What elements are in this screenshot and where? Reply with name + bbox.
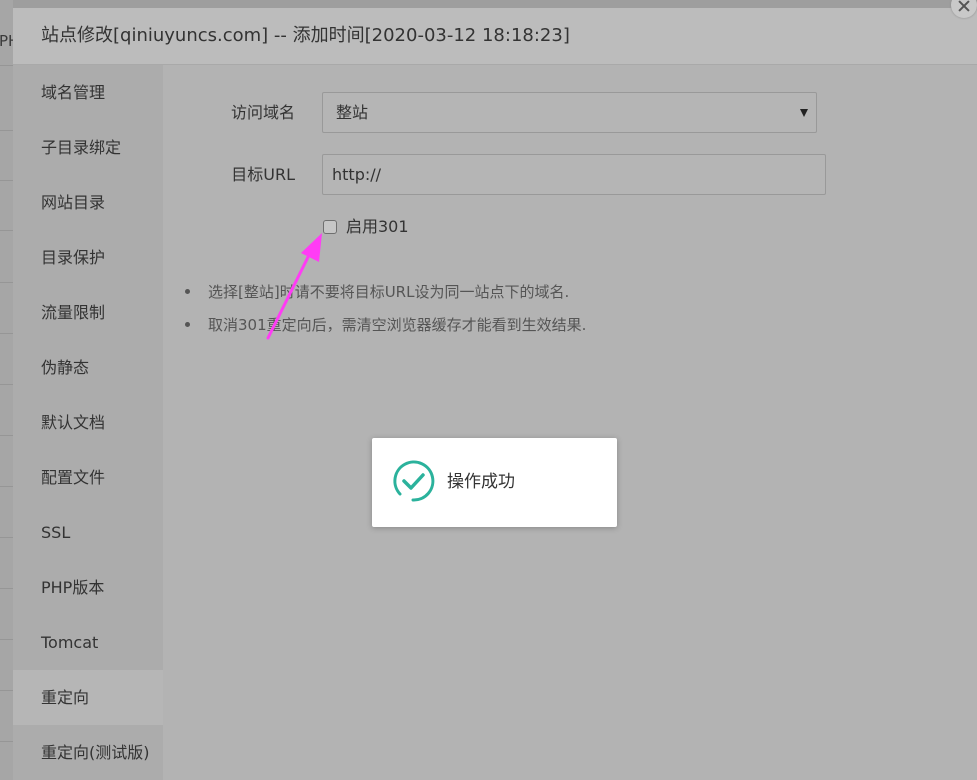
- background-divider: [0, 435, 13, 436]
- site-edit-modal: 站点修改[qiniuyuncs.com] -- 添加时间[2020-03-12 …: [13, 8, 977, 780]
- sidebar-item-directory-protection[interactable]: 目录保护: [13, 230, 163, 285]
- enable-301-checkbox[interactable]: [323, 220, 337, 234]
- caret-down-icon: [800, 109, 808, 117]
- background-divider: [0, 230, 13, 231]
- target-url-input[interactable]: [322, 154, 826, 195]
- modal-title: 站点修改[qiniuyuncs.com] -- 添加时间[2020-03-12 …: [41, 25, 570, 46]
- sidebar-item-ssl[interactable]: SSL: [13, 505, 163, 560]
- note-text: 取消301重定向后，需清空浏览器缓存才能看到生效结果.: [208, 316, 587, 334]
- success-toast: 操作成功: [372, 438, 617, 527]
- sidebar-item-redirect-beta[interactable]: 重定向(测试版): [13, 725, 163, 780]
- modal-header: 站点修改[qiniuyuncs.com] -- 添加时间[2020-03-12 …: [13, 8, 977, 65]
- sidebar-item-rewrite[interactable]: 伪静态: [13, 340, 163, 395]
- sidebar-item-config-file[interactable]: 配置文件: [13, 450, 163, 505]
- background-divider: [0, 130, 13, 131]
- background-page: PH: [0, 0, 13, 780]
- sidebar-item-redirect[interactable]: 重定向: [13, 670, 163, 725]
- background-divider: [0, 537, 13, 538]
- background-divider: [0, 282, 13, 283]
- background-divider: [0, 65, 13, 66]
- sidebar-item-default-document[interactable]: 默认文档: [13, 395, 163, 450]
- sidebar-item-site-directory[interactable]: 网站目录: [13, 175, 163, 230]
- domain-select-value: 整站: [336, 103, 369, 122]
- toast-message: 操作成功: [447, 472, 515, 492]
- sidebar-item-traffic-limit[interactable]: 流量限制: [13, 285, 163, 340]
- check-circle-icon: [393, 460, 435, 502]
- background-divider: [0, 588, 13, 589]
- background-divider: [0, 384, 13, 385]
- background-page-text: PH: [0, 32, 13, 50]
- target-url-label: 目标URL: [231, 165, 295, 184]
- bullet-dot: [185, 289, 190, 294]
- sidebar-item-domain-management[interactable]: 域名管理: [13, 65, 163, 120]
- note-text: 选择[整站]时请不要将目标URL设为同一站点下的域名.: [208, 283, 570, 301]
- modal-sidebar: 域名管理 子目录绑定 网站目录 目录保护 流量限制 伪静态 默认文档 配置文件 …: [13, 65, 163, 780]
- sidebar-item-tomcat[interactable]: Tomcat: [13, 615, 163, 670]
- background-divider: [0, 639, 13, 640]
- background-divider: [0, 741, 13, 742]
- bullet-dot: [185, 322, 190, 327]
- background-divider: [0, 690, 13, 691]
- enable-301-label[interactable]: 启用301: [346, 217, 409, 237]
- background-divider: [0, 180, 13, 181]
- background-divider: [0, 486, 13, 487]
- background-divider: [0, 333, 13, 334]
- sidebar-item-subdirectory-binding[interactable]: 子目录绑定: [13, 120, 163, 175]
- domain-label: 访问域名: [230, 103, 295, 122]
- sidebar-item-php-version[interactable]: PHP版本: [13, 560, 163, 615]
- domain-select[interactable]: 整站: [322, 92, 817, 133]
